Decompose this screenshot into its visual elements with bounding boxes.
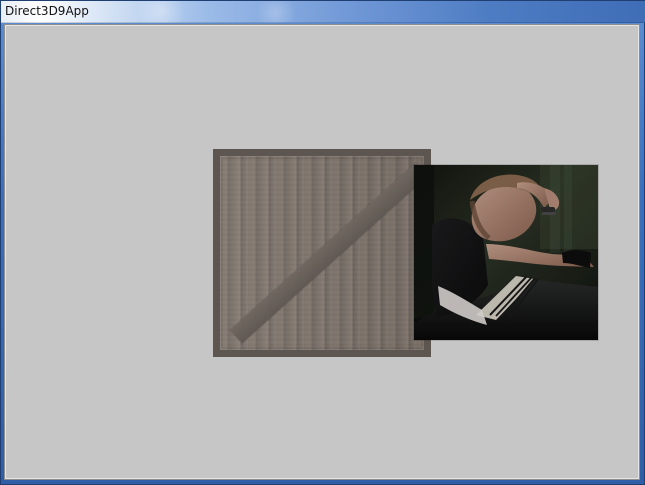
title-bar[interactable]: Direct3D9App xyxy=(1,1,645,23)
application-window: Direct3D9App xyxy=(0,0,645,485)
window-title: Direct3D9App xyxy=(5,4,89,18)
wooden-crate xyxy=(213,149,431,357)
crate-label xyxy=(220,156,221,157)
render-viewport[interactable] xyxy=(5,25,639,479)
photo-texture xyxy=(414,165,598,340)
client-area[interactable] xyxy=(4,24,640,480)
pianist-photo-icon xyxy=(414,165,598,340)
crate-diagonal-beam xyxy=(230,162,428,344)
